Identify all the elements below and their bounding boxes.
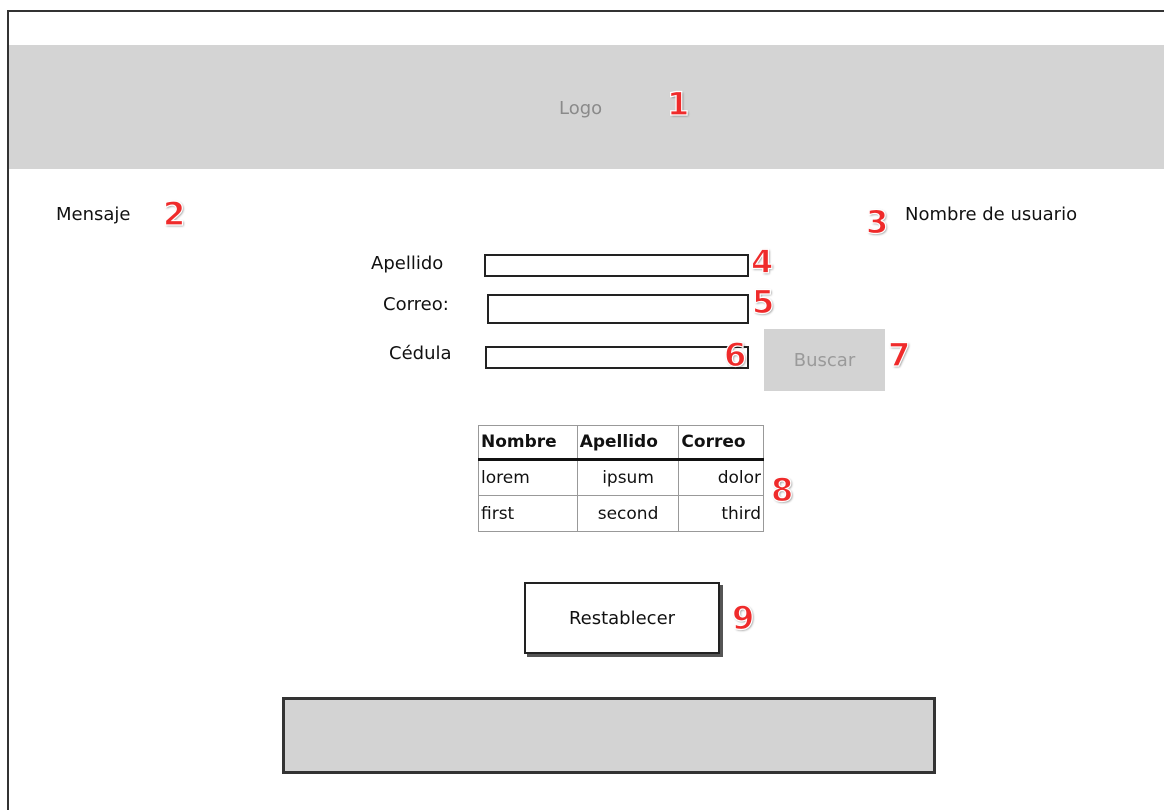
table-cell-apellido: second xyxy=(576,495,680,532)
annotation-marker-3: 3 xyxy=(865,203,889,241)
table-header-row: Nombre Apellido Correo xyxy=(478,425,764,461)
table-cell-nombre: first xyxy=(478,495,578,532)
annotation-marker-9: 9 xyxy=(731,599,755,637)
results-table: Nombre Apellido Correo lorem ipsum dolor… xyxy=(478,425,764,532)
cedula-label: Cédula xyxy=(389,343,452,364)
correo-label: Correo: xyxy=(383,294,449,315)
table-cell-correo: third xyxy=(678,495,764,532)
table-cell-apellido: ipsum xyxy=(576,459,680,496)
table-cell-nombre: lorem xyxy=(478,459,578,496)
table-row[interactable]: lorem ipsum dolor xyxy=(478,459,764,496)
column-header-nombre: Nombre xyxy=(478,425,578,461)
cedula-input[interactable] xyxy=(485,346,749,369)
table-cell-correo: dolor xyxy=(678,459,764,496)
annotation-marker-7: 7 xyxy=(887,336,911,374)
reset-button[interactable]: Restablecer xyxy=(524,582,720,654)
annotation-marker-1: 1 xyxy=(666,85,690,123)
message-label: Mensaje xyxy=(56,204,131,225)
annotation-marker-6: 6 xyxy=(723,336,747,374)
logo: Logo xyxy=(559,98,603,119)
table-row[interactable]: first second third xyxy=(478,495,764,532)
column-header-correo: Correo xyxy=(678,425,764,461)
search-button[interactable]: Buscar xyxy=(764,329,885,391)
correo-input[interactable] xyxy=(487,294,749,324)
footer-placeholder xyxy=(282,697,936,774)
annotation-marker-8: 8 xyxy=(770,471,794,509)
annotation-marker-2: 2 xyxy=(162,195,186,233)
apellido-label: Apellido xyxy=(371,253,444,274)
annotation-marker-4: 4 xyxy=(750,243,774,281)
annotation-marker-5: 5 xyxy=(751,283,775,321)
column-header-apellido: Apellido xyxy=(577,425,680,461)
apellido-input[interactable] xyxy=(484,254,749,277)
username-label: Nombre de usuario xyxy=(905,204,1078,225)
